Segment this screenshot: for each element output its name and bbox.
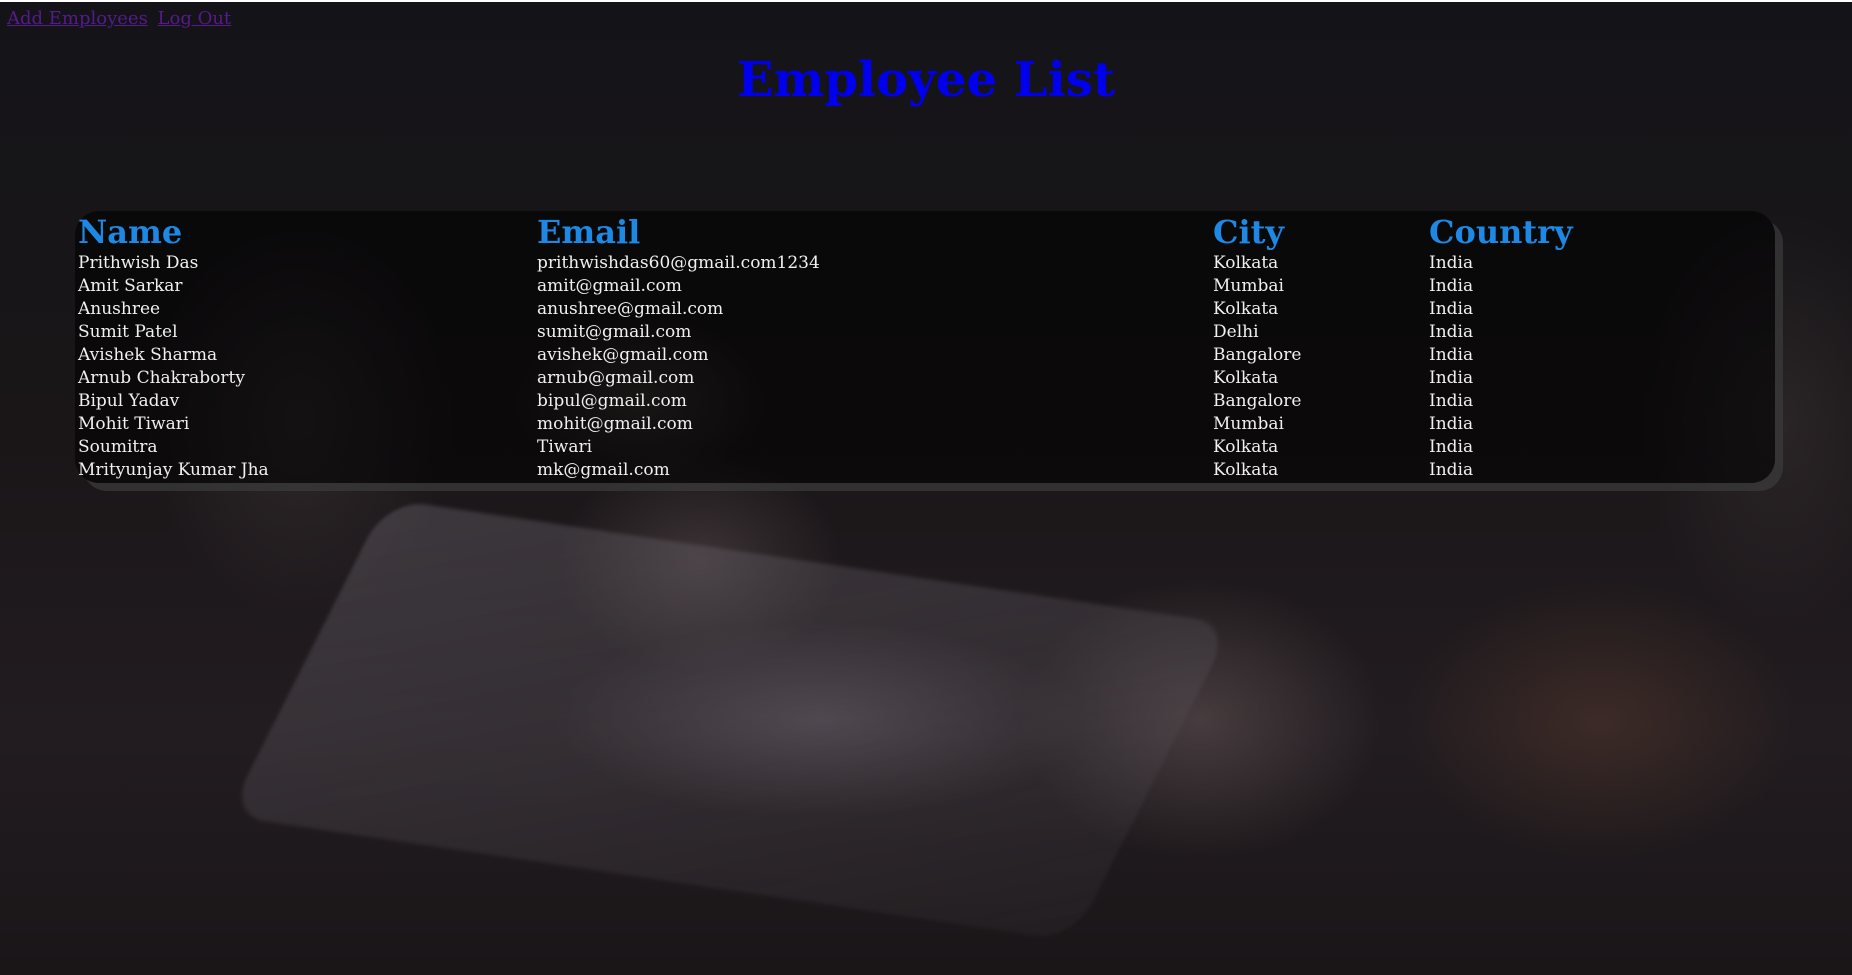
cell-name: Avishek Sharma: [78, 345, 218, 365]
cell-city: Kolkata: [1213, 437, 1279, 457]
cell-name: Anushree: [78, 299, 161, 319]
cell-city: Mumbai: [1213, 276, 1284, 296]
cell-name: Sumit Patel: [78, 322, 178, 342]
employee-table: Name Email City Country Prithwish Das pr…: [76, 212, 1727, 482]
background-photo: [0, 0, 1852, 975]
cell-email: mk@gmail.com: [537, 460, 670, 480]
cell-name: Soumitra: [78, 437, 158, 457]
cell-country: India: [1429, 368, 1474, 388]
cell-country: India: [1429, 391, 1474, 411]
table-row: Amit Sarkar amit@gmail.com Mumbai India: [76, 275, 1727, 298]
table-row: Mrityunjay Kumar Jha mk@gmail.com Kolkat…: [76, 459, 1727, 482]
cell-email: arnub@gmail.com: [537, 368, 695, 388]
header-name: Name: [78, 213, 183, 251]
table-header-row: Name Email City Country: [76, 212, 1727, 252]
cell-country: India: [1429, 322, 1474, 342]
cell-city: Kolkata: [1213, 253, 1279, 273]
table-row: Mohit Tiwari mohit@gmail.com Mumbai Indi…: [76, 413, 1727, 436]
cell-country: India: [1429, 460, 1474, 480]
cell-country: India: [1429, 345, 1474, 365]
cell-name: Prithwish Das: [78, 253, 199, 273]
cell-email: avishek@gmail.com: [537, 345, 709, 365]
cell-email: sumit@gmail.com: [537, 322, 692, 342]
cell-city: Bangalore: [1213, 391, 1302, 411]
cell-name: Bipul Yadav: [78, 391, 180, 411]
table-row: Arnub Chakraborty arnub@gmail.com Kolkat…: [76, 367, 1727, 390]
cell-email: anushree@gmail.com: [537, 299, 724, 319]
table-row: Sumit Patel sumit@gmail.com Delhi India: [76, 321, 1727, 344]
header-city: City: [1213, 213, 1284, 251]
page-title: Employee List: [736, 52, 1116, 108]
cell-country: India: [1429, 276, 1474, 296]
cell-city: Delhi: [1213, 322, 1259, 342]
cell-name: Mohit Tiwari: [78, 414, 190, 434]
add-employees-link[interactable]: Add Employees: [7, 8, 148, 29]
cell-country: India: [1429, 253, 1474, 273]
top-nav: Add Employees Log Out: [7, 8, 235, 29]
cell-city: Kolkata: [1213, 460, 1279, 480]
top-border: [0, 0, 1852, 2]
cell-city: Kolkata: [1213, 299, 1279, 319]
cell-city: Kolkata: [1213, 368, 1279, 388]
cell-name: Mrityunjay Kumar Jha: [78, 460, 269, 480]
table-row: Avishek Sharma avishek@gmail.com Bangalo…: [76, 344, 1727, 367]
header-country: Country: [1429, 213, 1573, 251]
cell-name: Arnub Chakraborty: [78, 368, 245, 388]
table-row: Prithwish Das prithwishdas60@gmail.com12…: [76, 252, 1727, 275]
cell-city: Bangalore: [1213, 345, 1302, 365]
log-out-link[interactable]: Log Out: [158, 8, 232, 29]
cell-email: prithwishdas60@gmail.com1234: [537, 253, 820, 273]
cell-email: Tiwari: [537, 437, 593, 457]
cell-city: Mumbai: [1213, 414, 1284, 434]
header-email: Email: [537, 213, 641, 251]
table-row: Soumitra Tiwari Kolkata India: [76, 436, 1727, 459]
cell-country: India: [1429, 437, 1474, 457]
cell-country: India: [1429, 299, 1474, 319]
cell-email: bipul@gmail.com: [537, 391, 687, 411]
table-row: Anushree anushree@gmail.com Kolkata Indi…: [76, 298, 1727, 321]
cell-email: amit@gmail.com: [537, 276, 682, 296]
cell-country: India: [1429, 414, 1474, 434]
cell-name: Amit Sarkar: [78, 276, 183, 296]
cell-email: mohit@gmail.com: [537, 414, 693, 434]
table-row: Bipul Yadav bipul@gmail.com Bangalore In…: [76, 390, 1727, 413]
